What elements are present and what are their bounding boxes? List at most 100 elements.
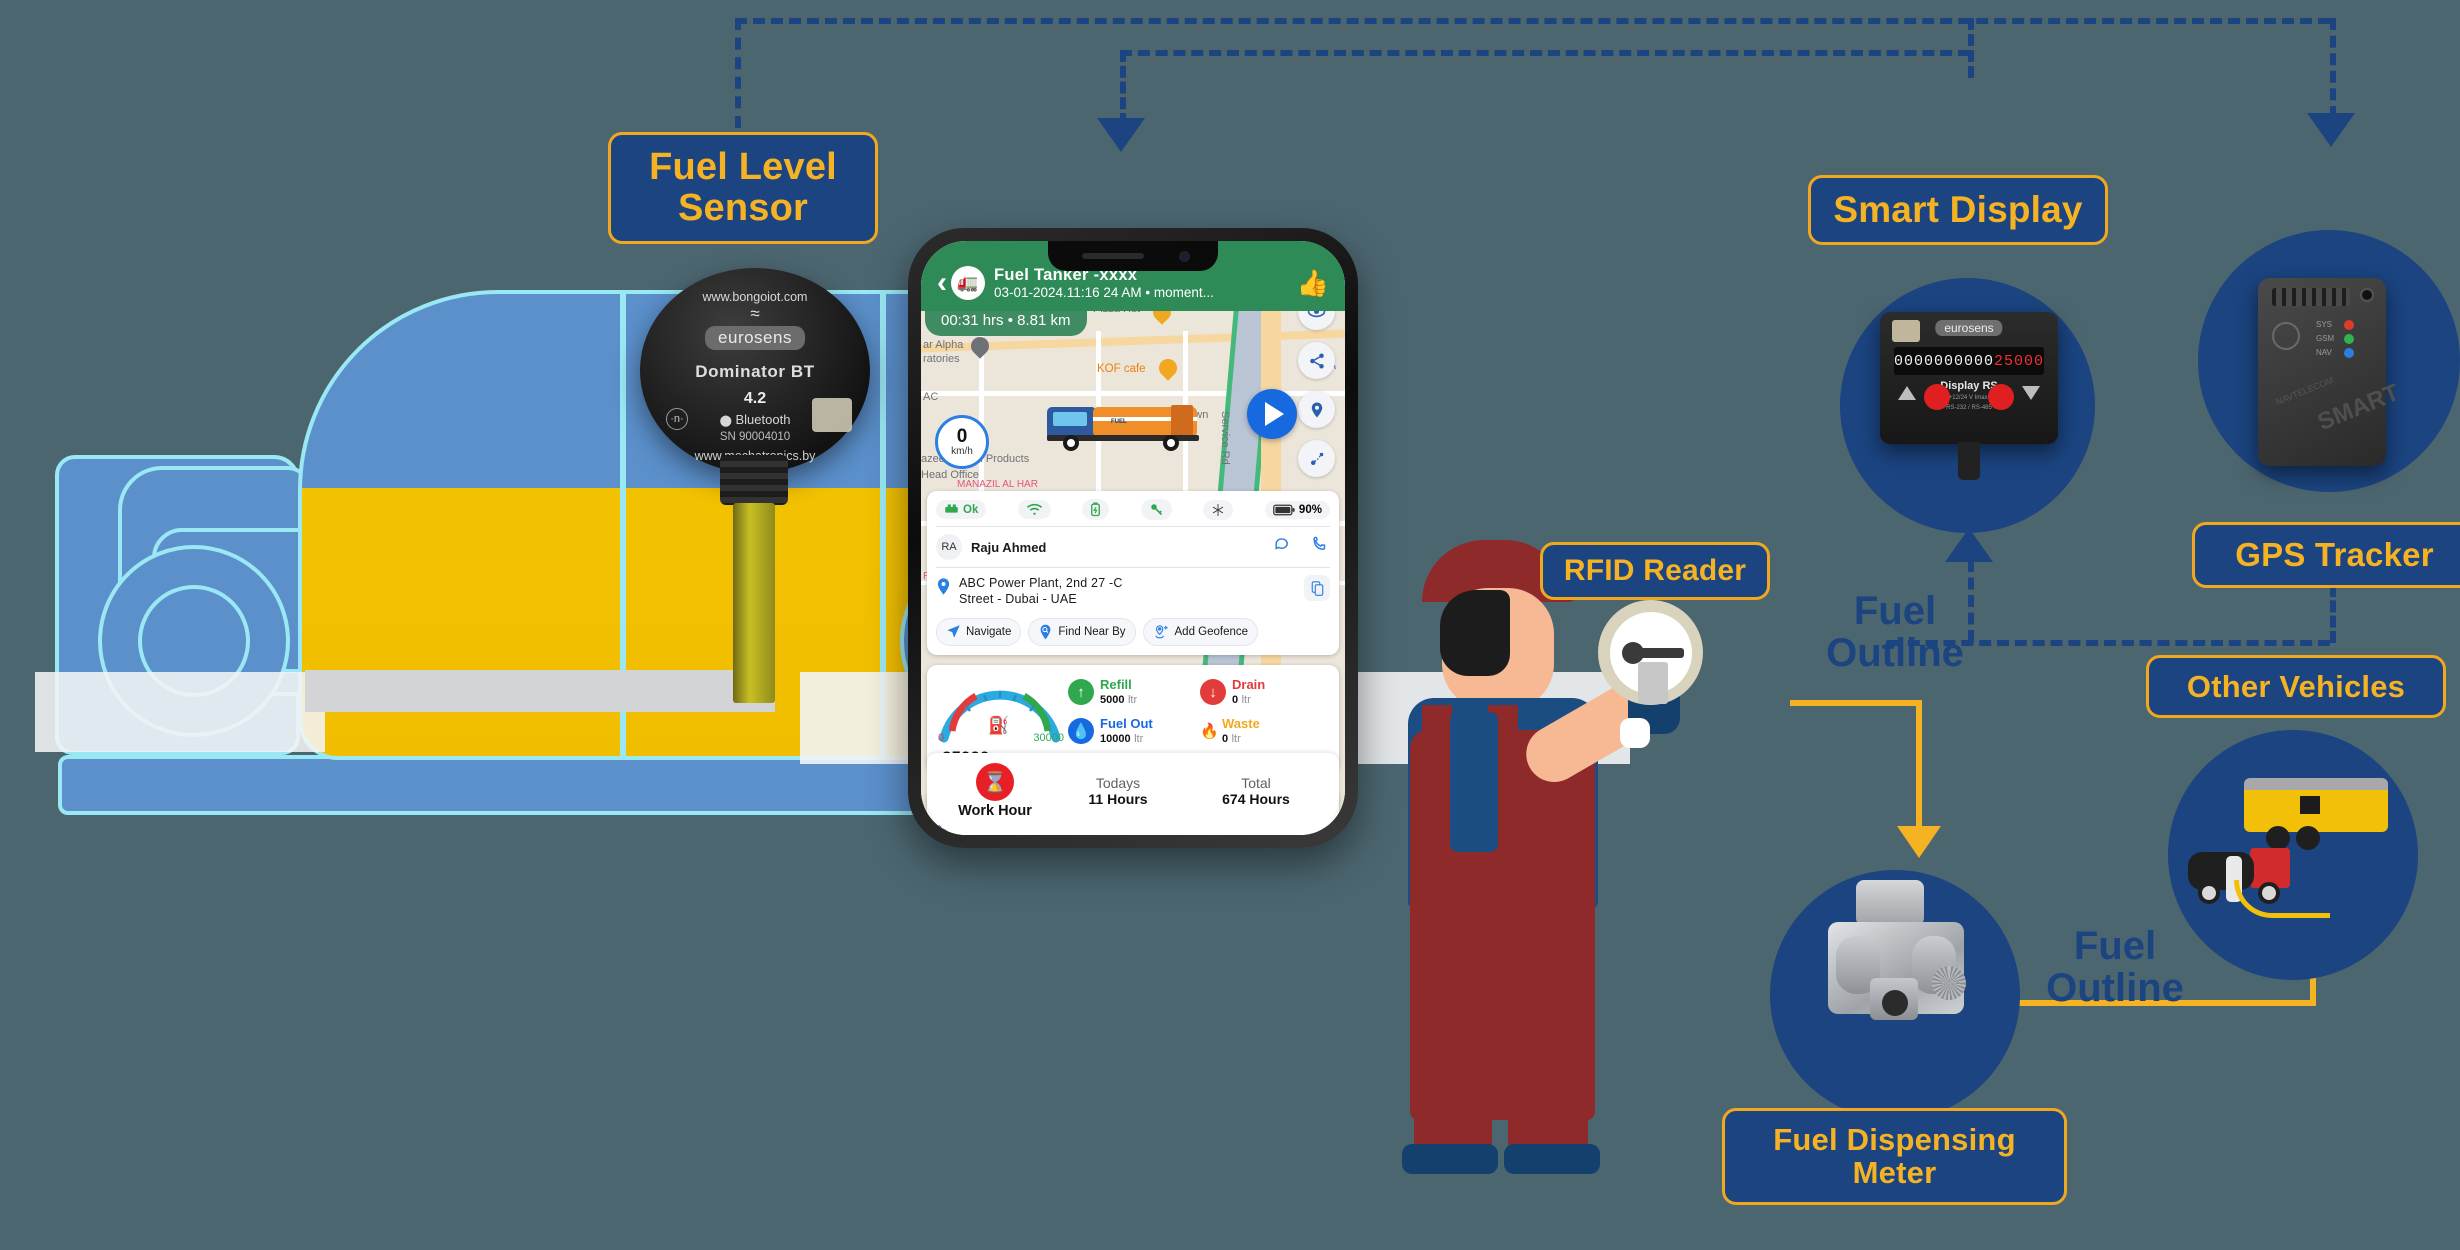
- fuel-level-sensor-device: www.bongoiot.com ≈ eurosens Dominator BT…: [640, 268, 870, 473]
- smart-display-logo: [1892, 320, 1920, 342]
- address-line-2: Street - Dubai - UAE: [959, 592, 1077, 607]
- header-text: Fuel Tanker -xxxx 03-01-2024.11:16 24 AM…: [994, 266, 1297, 300]
- thumbs-up-icon[interactable]: 👍: [1297, 268, 1329, 299]
- gauge-max-label: 30000: [1033, 732, 1064, 744]
- status-indicator-row: Ok 90%: [927, 491, 1339, 526]
- worker-leg-right: [1508, 1010, 1588, 1160]
- other-vehicles-illustration: [2180, 760, 2410, 950]
- mobile-app-mockup: Investment Pizza Hut ar Alpha ratories K…: [908, 228, 1358, 848]
- smart-display-device: eurosens 0000000000 25000 Display RS Umax…: [1880, 312, 2058, 480]
- sensor-url-top: www.bongoiot.com: [702, 290, 808, 304]
- gps-led-sys-label: SYS: [2316, 320, 2333, 329]
- map-poi-cafe[interactable]: [1155, 355, 1181, 383]
- back-button[interactable]: ‹: [937, 268, 947, 298]
- flame-icon: 🔥: [1200, 723, 1219, 740]
- ov-truck-wheel-1: [2198, 882, 2220, 904]
- worker-bib: [1450, 712, 1498, 852]
- smart-display-spec2: RS-232 / RS-485: [1946, 405, 1992, 411]
- work-hour-total: Total 674 Hours: [1187, 775, 1325, 807]
- address-line-1: ABC Power Plant, 2nd 27 -C: [959, 576, 1123, 590]
- route-icon[interactable]: [1298, 440, 1335, 477]
- rfid-reader-port: [1598, 600, 1703, 705]
- drain-value: 0 ltr: [1232, 693, 1251, 706]
- copy-icon[interactable]: [1304, 575, 1330, 601]
- map-poi-gray[interactable]: [967, 333, 993, 361]
- label-fuel-level-sensor: Fuel Level Sensor: [608, 132, 878, 245]
- gps-led-nav-label: NAV: [2316, 348, 2332, 357]
- arrow-to-gps: [2307, 113, 2355, 147]
- work-hour-label: Work Hour: [958, 803, 1032, 819]
- smart-display-brand: eurosens: [1935, 320, 2003, 336]
- gps-led-gsm: [2344, 334, 2354, 344]
- fuel-out-value: 10000 ltr: [1100, 732, 1144, 745]
- fuel-stat-drain: ↓ Drain 0 ltr: [1200, 674, 1330, 710]
- map-label: Service Rd: [1219, 411, 1231, 465]
- play-icon[interactable]: [1247, 389, 1297, 439]
- smart-display-down-button[interactable]: [2022, 386, 2040, 400]
- smart-display-up-button[interactable]: [1898, 386, 1916, 400]
- key-icon[interactable]: [1140, 499, 1172, 520]
- battery-percent-label: 90%: [1298, 503, 1322, 516]
- find-near-by-button[interactable]: Find Near By: [1028, 617, 1136, 646]
- ground-shadow-left: [35, 672, 325, 752]
- vehicle-avatar[interactable]: 🚛: [951, 266, 985, 300]
- map-vehicle-marker[interactable]: FUEL: [1047, 399, 1211, 451]
- location-pin-icon[interactable]: [1298, 391, 1335, 428]
- driver-row: RA Raju Ahmed: [927, 527, 1339, 567]
- battery-charging-icon[interactable]: [1082, 499, 1110, 520]
- work-hour-total-key: Total: [1241, 775, 1271, 791]
- arrow-fuel-outline-top: [1897, 826, 1941, 858]
- share-icon[interactable]: [1298, 342, 1335, 379]
- fuel-stats-grid: ↑ Refill 5000 ltr ↓ Drain 0 ltr 💧 Fuel O…: [1068, 674, 1330, 749]
- smart-display-stem: [1958, 442, 1980, 480]
- ov-tanker-wheel-1: [2266, 826, 2290, 850]
- phone-screen: Investment Pizza Hut ar Alpha ratories K…: [921, 241, 1345, 835]
- truck-icon: 🚛: [957, 273, 979, 292]
- ground-shadow-mid: [305, 670, 775, 712]
- address-row: ABC Power Plant, 2nd 27 -C Street - Duba…: [927, 568, 1339, 615]
- trip-summary-chip: 00:31 hrs • 8.81 km: [925, 307, 1087, 336]
- speedometer: 0 km/h: [935, 415, 989, 469]
- map-label-kof-cafe: KOF cafe: [1097, 363, 1146, 375]
- worker-hair: [1440, 590, 1510, 676]
- map-label: ar Alpha: [923, 339, 964, 351]
- phone-icon[interactable]: [1311, 535, 1330, 559]
- infographic-canvas: Fuel Level Sensor www.bongoiot.com ≈ eur…: [0, 0, 2460, 1250]
- fuel-meter-device: [1822, 880, 1970, 1050]
- connector-smart-branch: [1120, 50, 1970, 56]
- status-badge[interactable]: Ok: [936, 500, 987, 519]
- add-geofence-button[interactable]: Add Geofence: [1142, 617, 1259, 646]
- map-pin-icon: [936, 577, 951, 601]
- arrow-to-smart-display: [1945, 528, 1993, 562]
- map-label: ratories: [923, 353, 960, 365]
- sensor-brand: eurosens: [705, 326, 805, 350]
- connector-phone-vertical: [1120, 50, 1126, 125]
- arrow-up-icon: ↑: [1068, 679, 1094, 705]
- connector-top-horizontal: [735, 18, 2330, 24]
- wifi-icon[interactable]: [1017, 500, 1051, 519]
- map-label: AC: [923, 391, 939, 403]
- worker-boot-right: [1504, 1144, 1600, 1174]
- waste-label: Waste: [1222, 716, 1260, 732]
- gps-logo: [2272, 322, 2300, 350]
- battery-icon[interactable]: 90%: [1264, 500, 1330, 519]
- rfid-key-shaft: [1639, 647, 1684, 658]
- fuel-pump-icon: ⛽: [988, 716, 1010, 735]
- wifi-icon: ≈: [750, 304, 760, 323]
- connector-gps-vertical: [2330, 18, 2336, 118]
- drain-label: Drain: [1232, 677, 1266, 693]
- label-smart-display: Smart Display: [1808, 175, 2108, 245]
- worker-leg-left: [1414, 1010, 1492, 1160]
- speed-unit: km/h: [951, 446, 973, 457]
- label-rfid-reader: RFID Reader: [1540, 542, 1770, 601]
- counter-zeros: 0000000000: [1893, 352, 1994, 370]
- navigate-button[interactable]: Navigate: [936, 617, 1022, 646]
- arrow-down-icon: ↓: [1200, 679, 1226, 705]
- hourglass-icon: ⌛: [976, 763, 1014, 801]
- vehicle-info-card: Ok 90% RA Raju Ahmed ABC Power Plant, 2n…: [927, 491, 1339, 655]
- ov-tanker-top: [2244, 778, 2388, 790]
- fuel-card-body: ⛽ 0 30000 25000 ltr ↑ Refill: [927, 665, 1339, 767]
- sensor-certification-mark: ·n·: [666, 408, 688, 430]
- chat-bubble-icon[interactable]: [1273, 535, 1292, 559]
- snowflake-icon[interactable]: [1203, 499, 1234, 520]
